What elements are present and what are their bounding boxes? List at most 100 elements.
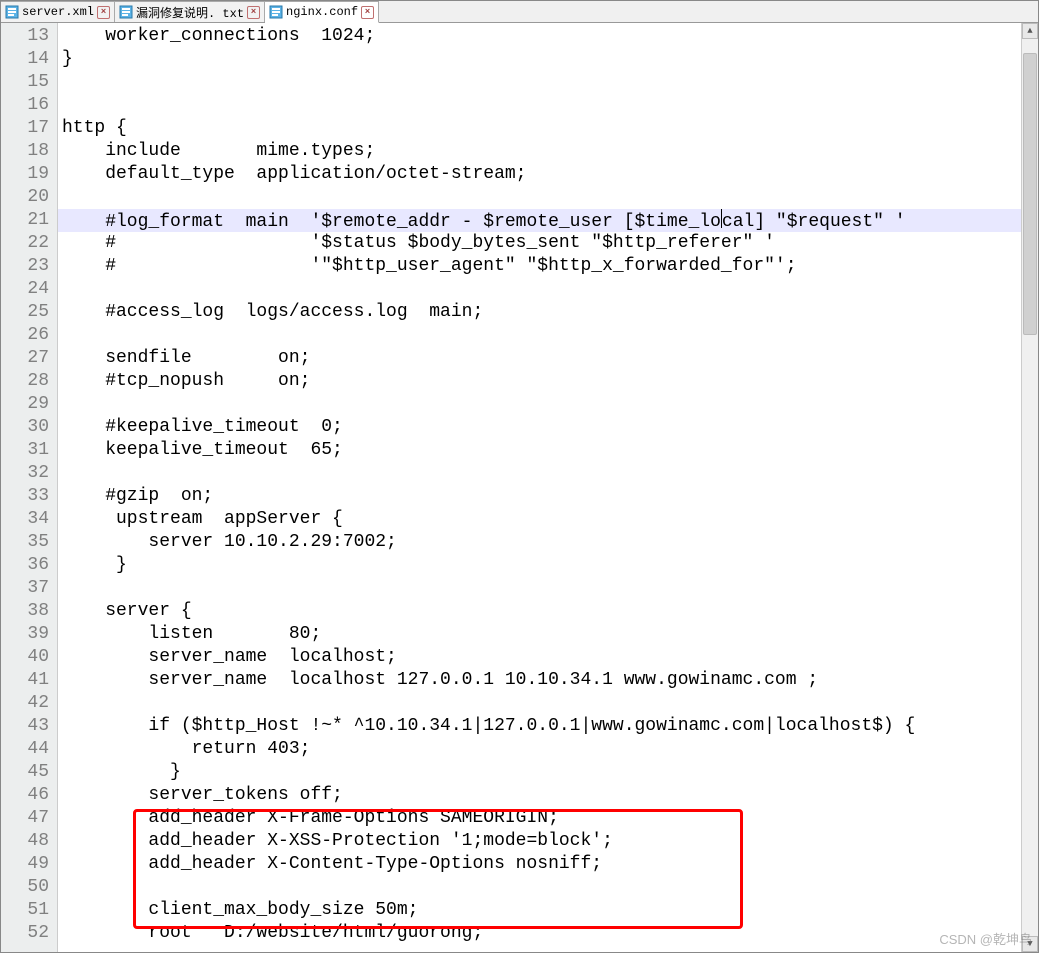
line-number: 19: [1, 163, 57, 186]
file-icon: [119, 5, 133, 19]
code-line[interactable]: add_header X-Content-Type-Options nosnif…: [58, 853, 1021, 876]
line-number: 23: [1, 255, 57, 278]
close-icon[interactable]: ×: [97, 6, 110, 19]
line-number: 45: [1, 761, 57, 784]
line-number: 22: [1, 232, 57, 255]
line-number: 37: [1, 577, 57, 600]
line-number-gutter: 1314151617181920212223242526272829303132…: [1, 23, 58, 952]
line-number: 29: [1, 393, 57, 416]
line-number: 36: [1, 554, 57, 577]
line-number: 47: [1, 807, 57, 830]
scroll-down-arrow[interactable]: ▼: [1022, 936, 1038, 952]
line-number: 50: [1, 876, 57, 899]
editor: 1314151617181920212223242526272829303132…: [1, 23, 1038, 952]
code-area[interactable]: worker_connections 1024;} http { include …: [58, 23, 1021, 952]
code-line[interactable]: }: [58, 48, 1021, 71]
close-icon[interactable]: ×: [247, 6, 260, 19]
code-line[interactable]: [58, 186, 1021, 209]
code-line[interactable]: [58, 462, 1021, 485]
vertical-scrollbar[interactable]: ▲ ▼: [1021, 23, 1038, 952]
code-line[interactable]: return 403;: [58, 738, 1021, 761]
code-line[interactable]: [58, 876, 1021, 899]
line-number: 38: [1, 600, 57, 623]
file-icon: [269, 5, 283, 19]
code-line[interactable]: default_type application/octet-stream;: [58, 163, 1021, 186]
text-caret: [721, 209, 722, 228]
code-line[interactable]: root D:/website/html/guorong;: [58, 922, 1021, 945]
code-line[interactable]: server {: [58, 600, 1021, 623]
code-line[interactable]: worker_connections 1024;: [58, 25, 1021, 48]
tab--txt[interactable]: 漏洞修复说明. txt×: [115, 1, 265, 22]
line-number: 51: [1, 899, 57, 922]
file-icon: [5, 5, 19, 19]
code-line[interactable]: add_header X-Frame-Options SAMEORIGIN;: [58, 807, 1021, 830]
code-line[interactable]: # '"$http_user_agent" "$http_x_forwarded…: [58, 255, 1021, 278]
line-number: 34: [1, 508, 57, 531]
tab-label: 漏洞修复说明. txt: [136, 4, 244, 21]
code-line[interactable]: [58, 71, 1021, 94]
tab-label: nginx.conf: [286, 5, 358, 19]
line-number: 21: [1, 209, 57, 232]
line-number: 41: [1, 669, 57, 692]
line-number: 25: [1, 301, 57, 324]
line-number: 24: [1, 278, 57, 301]
code-line[interactable]: keepalive_timeout 65;: [58, 439, 1021, 462]
line-number: 26: [1, 324, 57, 347]
line-number: 52: [1, 922, 57, 945]
code-line[interactable]: }: [58, 761, 1021, 784]
code-line[interactable]: [58, 324, 1021, 347]
code-line[interactable]: sendfile on;: [58, 347, 1021, 370]
code-line[interactable]: [58, 692, 1021, 715]
tab-server-xml[interactable]: server.xml×: [1, 1, 115, 22]
code-line[interactable]: server_name localhost;: [58, 646, 1021, 669]
code-line[interactable]: # '$status $body_bytes_sent "$http_refer…: [58, 232, 1021, 255]
code-line[interactable]: client_max_body_size 50m;: [58, 899, 1021, 922]
line-number: 18: [1, 140, 57, 163]
code-line[interactable]: [58, 94, 1021, 117]
line-number: 31: [1, 439, 57, 462]
code-line[interactable]: server_tokens off;: [58, 784, 1021, 807]
code-line[interactable]: include mime.types;: [58, 140, 1021, 163]
line-number: 42: [1, 692, 57, 715]
line-number: 44: [1, 738, 57, 761]
code-line[interactable]: #keepalive_timeout 0;: [58, 416, 1021, 439]
line-number: 43: [1, 715, 57, 738]
line-number: 39: [1, 623, 57, 646]
code-line[interactable]: #gzip on;: [58, 485, 1021, 508]
line-number: 49: [1, 853, 57, 876]
line-number: 30: [1, 416, 57, 439]
tab-label: server.xml: [22, 5, 94, 19]
close-icon[interactable]: ×: [361, 6, 374, 19]
code-line[interactable]: server_name localhost 127.0.0.1 10.10.34…: [58, 669, 1021, 692]
code-line[interactable]: [58, 393, 1021, 416]
line-number: 20: [1, 186, 57, 209]
code-line[interactable]: }: [58, 554, 1021, 577]
code-line[interactable]: if ($http_Host !~* ^10.10.34.1|127.0.0.1…: [58, 715, 1021, 738]
line-number: 33: [1, 485, 57, 508]
editor-window: server.xml×漏洞修复说明. txt×nginx.conf× 13141…: [0, 0, 1039, 953]
code-line[interactable]: [58, 278, 1021, 301]
line-number: 14: [1, 48, 57, 71]
line-number: 27: [1, 347, 57, 370]
code-line[interactable]: upstream appServer {: [58, 508, 1021, 531]
scroll-thumb[interactable]: [1023, 53, 1037, 335]
code-line[interactable]: [58, 577, 1021, 600]
line-number: 35: [1, 531, 57, 554]
line-number: 28: [1, 370, 57, 393]
code-line[interactable]: listen 80;: [58, 623, 1021, 646]
line-number: 48: [1, 830, 57, 853]
tab-nginx-conf[interactable]: nginx.conf×: [265, 1, 379, 23]
code-line[interactable]: http {: [58, 117, 1021, 140]
code-line[interactable]: #log_format main '$remote_addr - $remote…: [58, 209, 1021, 232]
scroll-up-arrow[interactable]: ▲: [1022, 23, 1038, 39]
code-line[interactable]: server 10.10.2.29:7002;: [58, 531, 1021, 554]
line-number: 17: [1, 117, 57, 140]
code-line[interactable]: #access_log logs/access.log main;: [58, 301, 1021, 324]
line-number: 13: [1, 25, 57, 48]
tab-bar: server.xml×漏洞修复说明. txt×nginx.conf×: [1, 1, 1038, 23]
line-number: 32: [1, 462, 57, 485]
code-line[interactable]: add_header X-XSS-Protection '1;mode=bloc…: [58, 830, 1021, 853]
code-line[interactable]: #tcp_nopush on;: [58, 370, 1021, 393]
line-number: 16: [1, 94, 57, 117]
line-number: 46: [1, 784, 57, 807]
